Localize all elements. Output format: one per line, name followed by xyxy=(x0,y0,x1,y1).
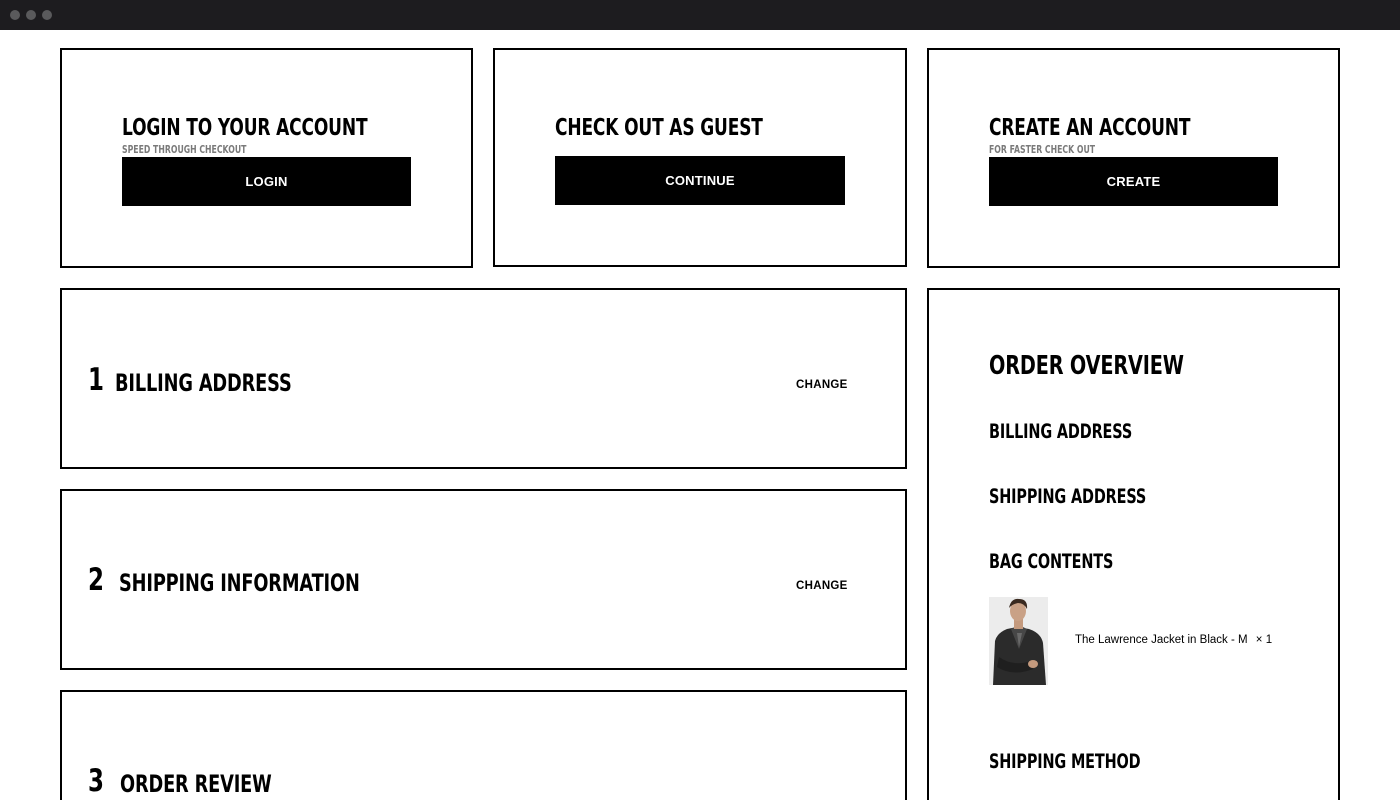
window-titlebar xyxy=(0,0,1400,30)
login-card: LOGIN TO YOUR ACCOUNT SPEED THROUGH CHEC… xyxy=(60,48,473,268)
billing-address-step[interactable]: 1 BILLING ADDRESS CHANGE xyxy=(60,288,907,469)
login-button[interactable]: LOGIN xyxy=(122,157,411,206)
order-review-step[interactable]: 3 ORDER REVIEW xyxy=(60,690,907,800)
step-number: 2 xyxy=(88,562,104,598)
create-account-button[interactable]: CREATE xyxy=(989,157,1278,206)
step-number: 1 xyxy=(88,362,104,398)
bag-item-name: The Lawrence Jacket in Black - M xyxy=(1075,634,1248,646)
window-minimize-control[interactable] xyxy=(26,10,36,20)
login-card-title: LOGIN TO YOUR ACCOUNT xyxy=(122,115,368,141)
overview-bag-heading: BAG CONTENTS xyxy=(989,550,1114,573)
step-title: ORDER REVIEW xyxy=(120,770,272,798)
shipping-information-step[interactable]: 2 SHIPPING INFORMATION CHANGE xyxy=(60,489,907,670)
step-number: 3 xyxy=(88,763,104,799)
step-title: SHIPPING INFORMATION xyxy=(119,569,360,597)
window-close-control[interactable] xyxy=(10,10,20,20)
create-card-title: CREATE AN ACCOUNT xyxy=(989,115,1191,141)
order-overview-title: ORDER OVERVIEW xyxy=(989,351,1184,381)
product-thumbnail[interactable] xyxy=(989,597,1048,685)
bag-item-quantity: × 1 xyxy=(1255,634,1273,646)
overview-shipping-method-heading: SHIPPING METHOD xyxy=(989,750,1141,773)
guest-checkout-card: CHECK OUT AS GUEST CONTINUE xyxy=(493,48,907,267)
product-image xyxy=(989,597,1048,685)
overview-shipping-heading: SHIPPING ADDRESS xyxy=(989,485,1147,508)
create-account-card: CREATE AN ACCOUNT FOR FASTER CHECK OUT C… xyxy=(927,48,1340,268)
overview-billing-heading: BILLING ADDRESS xyxy=(989,420,1133,443)
create-card-subtitle: FOR FASTER CHECK OUT xyxy=(989,144,1096,156)
login-card-subtitle: SPEED THROUGH CHECKOUT xyxy=(122,144,247,156)
guest-card-title: CHECK OUT AS GUEST xyxy=(555,115,763,141)
change-shipping-information-button[interactable]: CHANGE xyxy=(796,580,848,592)
window-maximize-control[interactable] xyxy=(42,10,52,20)
change-billing-address-button[interactable]: CHANGE xyxy=(796,379,848,391)
order-overview-panel: ORDER OVERVIEW BILLING ADDRESS SHIPPING … xyxy=(927,288,1340,800)
bag-item: The Lawrence Jacket in Black - M × 1 xyxy=(1075,634,1272,646)
step-title: BILLING ADDRESS xyxy=(115,369,292,397)
continue-as-guest-button[interactable]: CONTINUE xyxy=(555,156,845,205)
